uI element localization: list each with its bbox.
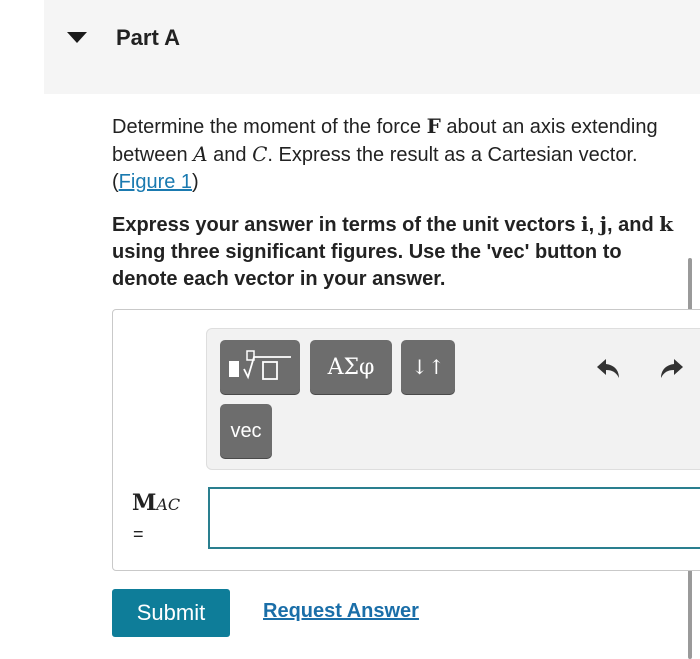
- answer-input[interactable]: [208, 487, 700, 549]
- force-symbol: F: [426, 114, 441, 138]
- prompt-text: and: [207, 144, 253, 166]
- collapse-caret-icon[interactable]: [67, 32, 87, 43]
- instruction-text: , and: [607, 214, 660, 236]
- problem-statement: Determine the moment of the force F abou…: [112, 113, 672, 196]
- moment-symbol: M: [132, 490, 157, 516]
- instruction-text: ,: [588, 214, 600, 236]
- undo-arrow-icon[interactable]: [594, 356, 624, 382]
- subscript-superscript-button[interactable]: ↓↑: [401, 340, 455, 394]
- unit-vector-k: k: [659, 212, 674, 236]
- prompt-text: Determine the moment of the force: [112, 116, 427, 138]
- unit-vector-i: i: [581, 212, 589, 236]
- request-answer-link[interactable]: Request Answer: [263, 600, 419, 623]
- templates-radical-icon: [229, 350, 291, 380]
- answer-instructions: Express your answer in terms of the unit…: [112, 211, 678, 293]
- equals-sign: =: [133, 524, 144, 544]
- part-title: Part A: [116, 25, 180, 50]
- prompt-text: ): [192, 171, 199, 193]
- moment-subscript: AC: [156, 495, 181, 514]
- greek-symbols-button[interactable]: ΑΣφ: [310, 340, 392, 394]
- submit-button[interactable]: Submit: [112, 589, 230, 637]
- instruction-text: using three significant figures. Use the…: [112, 241, 622, 290]
- templates-button[interactable]: [220, 340, 300, 394]
- answer-variable-label: MAC: [132, 490, 180, 516]
- vec-button[interactable]: vec: [220, 404, 272, 458]
- unit-vector-j: j: [599, 212, 608, 236]
- point-a-symbol: A: [193, 142, 208, 166]
- figure-link[interactable]: Figure 1: [119, 171, 192, 193]
- redo-arrow-icon[interactable]: [656, 356, 686, 382]
- point-c-symbol: C: [252, 142, 268, 166]
- instruction-text: Express your answer in terms of the unit…: [112, 214, 582, 236]
